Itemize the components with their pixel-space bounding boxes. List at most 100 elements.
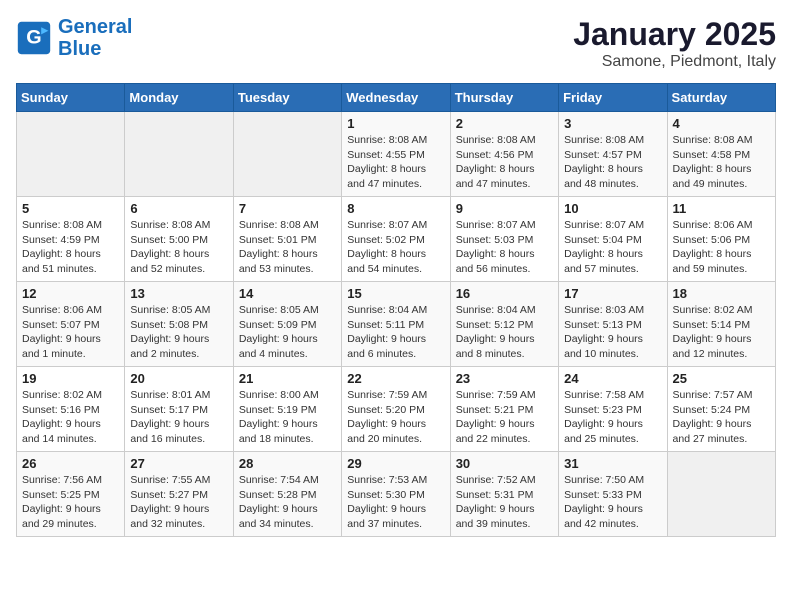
day-number: 7	[239, 201, 336, 216]
day-info: Sunrise: 8:06 AM Sunset: 5:06 PM Dayligh…	[673, 218, 770, 277]
day-info: Sunrise: 7:59 AM Sunset: 5:21 PM Dayligh…	[456, 388, 553, 447]
day-number: 18	[673, 286, 770, 301]
day-number: 8	[347, 201, 444, 216]
day-info: Sunrise: 8:00 AM Sunset: 5:19 PM Dayligh…	[239, 388, 336, 447]
week-row-4: 19Sunrise: 8:02 AM Sunset: 5:16 PM Dayli…	[17, 367, 776, 452]
calendar-cell: 2 Sunrise: 8:08 AM Sunset: 4:56 PM Daylig…	[450, 112, 558, 197]
calendar-cell: 31Sunrise: 7:50 AM Sunset: 5:33 PM Dayli…	[559, 452, 667, 537]
calendar-cell: 1 Sunrise: 8:08 AM Sunset: 4:55 PM Daylig…	[342, 112, 450, 197]
calendar-cell: 8 Sunrise: 8:07 AM Sunset: 5:02 PM Daylig…	[342, 197, 450, 282]
calendar-cell: 12Sunrise: 8:06 AM Sunset: 5:07 PM Dayli…	[17, 282, 125, 367]
day-info: Sunrise: 8:02 AM Sunset: 5:14 PM Dayligh…	[673, 303, 770, 362]
day-number: 26	[22, 456, 119, 471]
day-info: Sunrise: 8:08 AM Sunset: 4:56 PM Dayligh…	[456, 133, 553, 192]
day-info: Sunrise: 7:58 AM Sunset: 5:23 PM Dayligh…	[564, 388, 661, 447]
calendar-cell	[125, 112, 233, 197]
calendar-cell: 29Sunrise: 7:53 AM Sunset: 5:30 PM Dayli…	[342, 452, 450, 537]
calendar-cell	[667, 452, 775, 537]
svg-text:G: G	[26, 26, 41, 48]
day-info: Sunrise: 8:04 AM Sunset: 5:12 PM Dayligh…	[456, 303, 553, 362]
title-section: January 2025 Samone, Piedmont, Italy	[573, 16, 776, 71]
logo: G General Blue	[16, 16, 132, 60]
day-info: Sunrise: 8:07 AM Sunset: 5:02 PM Dayligh…	[347, 218, 444, 277]
day-number: 11	[673, 201, 770, 216]
day-number: 13	[130, 286, 227, 301]
day-number: 29	[347, 456, 444, 471]
day-number: 3	[564, 116, 661, 131]
day-number: 10	[564, 201, 661, 216]
calendar-cell: 25 Sunrise: 7:57 AM Sunset: 5:24 PM Dayli…	[667, 367, 775, 452]
week-row-2: 5Sunrise: 8:08 AM Sunset: 4:59 PM Daylig…	[17, 197, 776, 282]
logo-line2: Blue	[58, 38, 101, 60]
day-number: 31	[564, 456, 661, 471]
day-number: 15	[347, 286, 444, 301]
day-number: 21	[239, 371, 336, 386]
day-info: Sunrise: 8:08 AM Sunset: 4:58 PM Dayligh…	[673, 133, 770, 192]
day-info: Sunrise: 8:03 AM Sunset: 5:13 PM Dayligh…	[564, 303, 661, 362]
calendar-cell	[17, 112, 125, 197]
day-number: 28	[239, 456, 336, 471]
day-info: Sunrise: 7:59 AM Sunset: 5:20 PM Dayligh…	[347, 388, 444, 447]
day-number: 25	[673, 371, 770, 386]
day-info: Sunrise: 8:05 AM Sunset: 5:08 PM Dayligh…	[130, 303, 227, 362]
day-number: 23	[456, 371, 553, 386]
calendar-cell: 30Sunrise: 7:52 AM Sunset: 5:31 PM Dayli…	[450, 452, 558, 537]
day-number: 22	[347, 371, 444, 386]
calendar-cell: 16Sunrise: 8:04 AM Sunset: 5:12 PM Dayli…	[450, 282, 558, 367]
day-info: Sunrise: 8:08 AM Sunset: 5:01 PM Dayligh…	[239, 218, 336, 277]
logo-icon: G	[16, 20, 52, 56]
calendar-subtitle: Samone, Piedmont, Italy	[573, 53, 776, 71]
calendar-title: January 2025	[573, 16, 776, 53]
day-info: Sunrise: 8:04 AM Sunset: 5:11 PM Dayligh…	[347, 303, 444, 362]
weekday-header-monday: Monday	[125, 84, 233, 112]
day-info: Sunrise: 8:08 AM Sunset: 4:57 PM Dayligh…	[564, 133, 661, 192]
day-info: Sunrise: 8:05 AM Sunset: 5:09 PM Dayligh…	[239, 303, 336, 362]
week-row-1: 1 Sunrise: 8:08 AM Sunset: 4:55 PM Daylig…	[17, 112, 776, 197]
day-info: Sunrise: 7:57 AM Sunset: 5:24 PM Dayligh…	[673, 388, 770, 447]
calendar-cell: 23 Sunrise: 7:59 AM Sunset: 5:21 PM Dayli…	[450, 367, 558, 452]
calendar-cell: 17Sunrise: 8:03 AM Sunset: 5:13 PM Dayli…	[559, 282, 667, 367]
day-info: Sunrise: 8:07 AM Sunset: 5:03 PM Dayligh…	[456, 218, 553, 277]
calendar-cell	[233, 112, 341, 197]
calendar-cell: 5Sunrise: 8:08 AM Sunset: 4:59 PM Daylig…	[17, 197, 125, 282]
day-info: Sunrise: 8:08 AM Sunset: 5:00 PM Dayligh…	[130, 218, 227, 277]
day-info: Sunrise: 8:01 AM Sunset: 5:17 PM Dayligh…	[130, 388, 227, 447]
weekday-header-saturday: Saturday	[667, 84, 775, 112]
calendar-cell: 4 Sunrise: 8:08 AM Sunset: 4:58 PM Daylig…	[667, 112, 775, 197]
page-header: G General Blue January 2025 Samone, Pied…	[16, 16, 776, 71]
calendar-cell: 13 Sunrise: 8:05 AM Sunset: 5:08 PM Dayli…	[125, 282, 233, 367]
calendar-cell: 7 Sunrise: 8:08 AM Sunset: 5:01 PM Daylig…	[233, 197, 341, 282]
day-info: Sunrise: 8:08 AM Sunset: 4:59 PM Dayligh…	[22, 218, 119, 277]
calendar-cell: 9Sunrise: 8:07 AM Sunset: 5:03 PM Daylig…	[450, 197, 558, 282]
week-row-5: 26 Sunrise: 7:56 AM Sunset: 5:25 PM Dayli…	[17, 452, 776, 537]
calendar-table: SundayMondayTuesdayWednesdayThursdayFrid…	[16, 83, 776, 537]
day-info: Sunrise: 8:06 AM Sunset: 5:07 PM Dayligh…	[22, 303, 119, 362]
day-number: 1	[347, 116, 444, 131]
calendar-cell: 21 Sunrise: 8:00 AM Sunset: 5:19 PM Dayli…	[233, 367, 341, 452]
weekday-header-friday: Friday	[559, 84, 667, 112]
day-number: 24	[564, 371, 661, 386]
day-info: Sunrise: 7:54 AM Sunset: 5:28 PM Dayligh…	[239, 473, 336, 532]
calendar-cell: 27 Sunrise: 7:55 AM Sunset: 5:27 PM Dayli…	[125, 452, 233, 537]
weekday-header-tuesday: Tuesday	[233, 84, 341, 112]
day-info: Sunrise: 8:08 AM Sunset: 4:55 PM Dayligh…	[347, 133, 444, 192]
calendar-cell: 15 Sunrise: 8:04 AM Sunset: 5:11 PM Dayli…	[342, 282, 450, 367]
day-info: Sunrise: 7:56 AM Sunset: 5:25 PM Dayligh…	[22, 473, 119, 532]
calendar-cell: 10 Sunrise: 8:07 AM Sunset: 5:04 PM Dayli…	[559, 197, 667, 282]
weekday-header-sunday: Sunday	[17, 84, 125, 112]
calendar-cell: 24 Sunrise: 7:58 AM Sunset: 5:23 PM Dayli…	[559, 367, 667, 452]
logo-text: General Blue	[58, 16, 132, 60]
day-number: 6	[130, 201, 227, 216]
day-number: 4	[673, 116, 770, 131]
logo-line1: General	[58, 16, 132, 38]
day-number: 2	[456, 116, 553, 131]
day-info: Sunrise: 7:55 AM Sunset: 5:27 PM Dayligh…	[130, 473, 227, 532]
day-info: Sunrise: 8:07 AM Sunset: 5:04 PM Dayligh…	[564, 218, 661, 277]
week-row-3: 12Sunrise: 8:06 AM Sunset: 5:07 PM Dayli…	[17, 282, 776, 367]
day-number: 27	[130, 456, 227, 471]
day-info: Sunrise: 8:02 AM Sunset: 5:16 PM Dayligh…	[22, 388, 119, 447]
day-number: 14	[239, 286, 336, 301]
day-info: Sunrise: 7:52 AM Sunset: 5:31 PM Dayligh…	[456, 473, 553, 532]
calendar-cell: 11 Sunrise: 8:06 AM Sunset: 5:06 PM Dayli…	[667, 197, 775, 282]
calendar-cell: 28 Sunrise: 7:54 AM Sunset: 5:28 PM Dayli…	[233, 452, 341, 537]
